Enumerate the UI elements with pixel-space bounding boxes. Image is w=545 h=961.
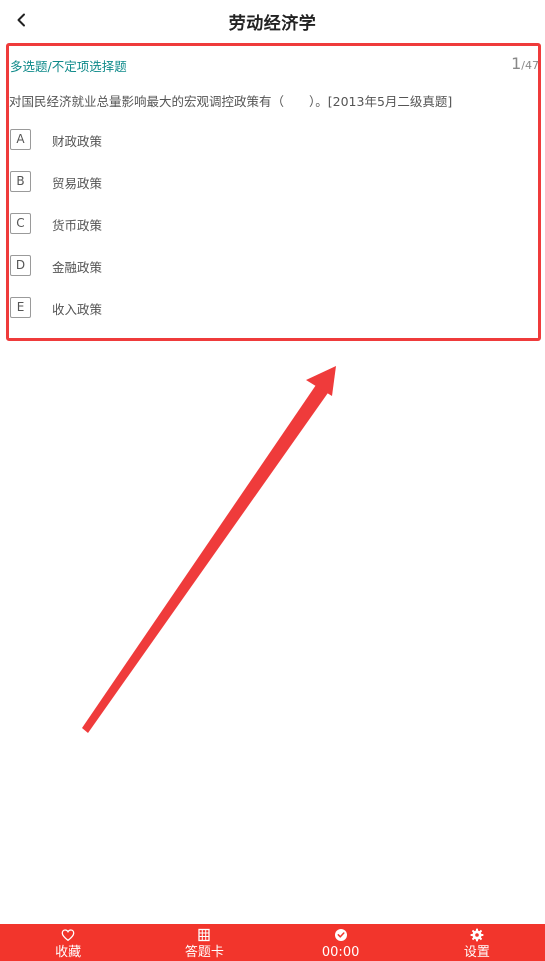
current-question-number: 1 xyxy=(511,54,522,73)
clock-icon xyxy=(334,929,347,941)
quiz-page: 劳动经济学 多选题/不定项选择题 1/47 对国民经济就业总量影响最大的宏观调控… xyxy=(0,0,545,961)
arrow-shaft xyxy=(82,382,330,733)
header: 劳动经济学 xyxy=(0,0,545,40)
option-text: 金融政策 xyxy=(52,260,103,275)
total-questions: /47 xyxy=(521,59,539,72)
favorite-label: 收藏 xyxy=(55,945,82,960)
option-letter: E xyxy=(10,297,31,318)
timer-button[interactable]: 00:00 xyxy=(273,924,409,961)
heart-icon xyxy=(61,929,75,942)
option-c[interactable]: C 货币政策 xyxy=(10,213,530,255)
option-letter: C xyxy=(10,213,31,234)
option-letter: B xyxy=(10,171,31,192)
option-letter: A xyxy=(10,129,31,150)
settings-button[interactable]: 设置 xyxy=(409,924,545,961)
option-text: 财政政策 xyxy=(52,134,103,149)
settings-label: 设置 xyxy=(463,945,490,960)
gear-icon xyxy=(470,928,484,942)
option-list: A 财政政策 B 贸易政策 C 货币政策 D 金融政策 E 收入政策 xyxy=(10,129,530,339)
timer-label: 00:00 xyxy=(321,945,360,960)
answer-card-label: 答题卡 xyxy=(184,945,224,960)
question-progress: 1/47 xyxy=(511,54,539,73)
option-e[interactable]: E 收入政策 xyxy=(10,297,530,339)
option-text: 贸易政策 xyxy=(52,176,103,191)
arrow-head xyxy=(306,366,336,396)
option-text: 收入政策 xyxy=(52,302,103,317)
option-a[interactable]: A 财政政策 xyxy=(10,129,530,171)
option-b[interactable]: B 贸易政策 xyxy=(10,171,530,213)
option-letter: D xyxy=(10,255,31,276)
question-stem: 对国民经济就业总量影响最大的宏观调控政策有（ ）。[2013年5月二级真题] xyxy=(9,94,453,109)
question-type-label: 多选题/不定项选择题 xyxy=(10,59,127,74)
option-d[interactable]: D 金融政策 xyxy=(10,255,530,297)
bottom-toolbar: 收藏 答题卡 00:00 设置 xyxy=(0,924,545,961)
page-title: 劳动经济学 xyxy=(228,14,317,34)
answer-card-button[interactable]: 答题卡 xyxy=(136,924,272,961)
favorite-button[interactable]: 收藏 xyxy=(0,924,136,961)
option-text: 货币政策 xyxy=(52,218,103,233)
grid-card-icon xyxy=(198,928,211,942)
